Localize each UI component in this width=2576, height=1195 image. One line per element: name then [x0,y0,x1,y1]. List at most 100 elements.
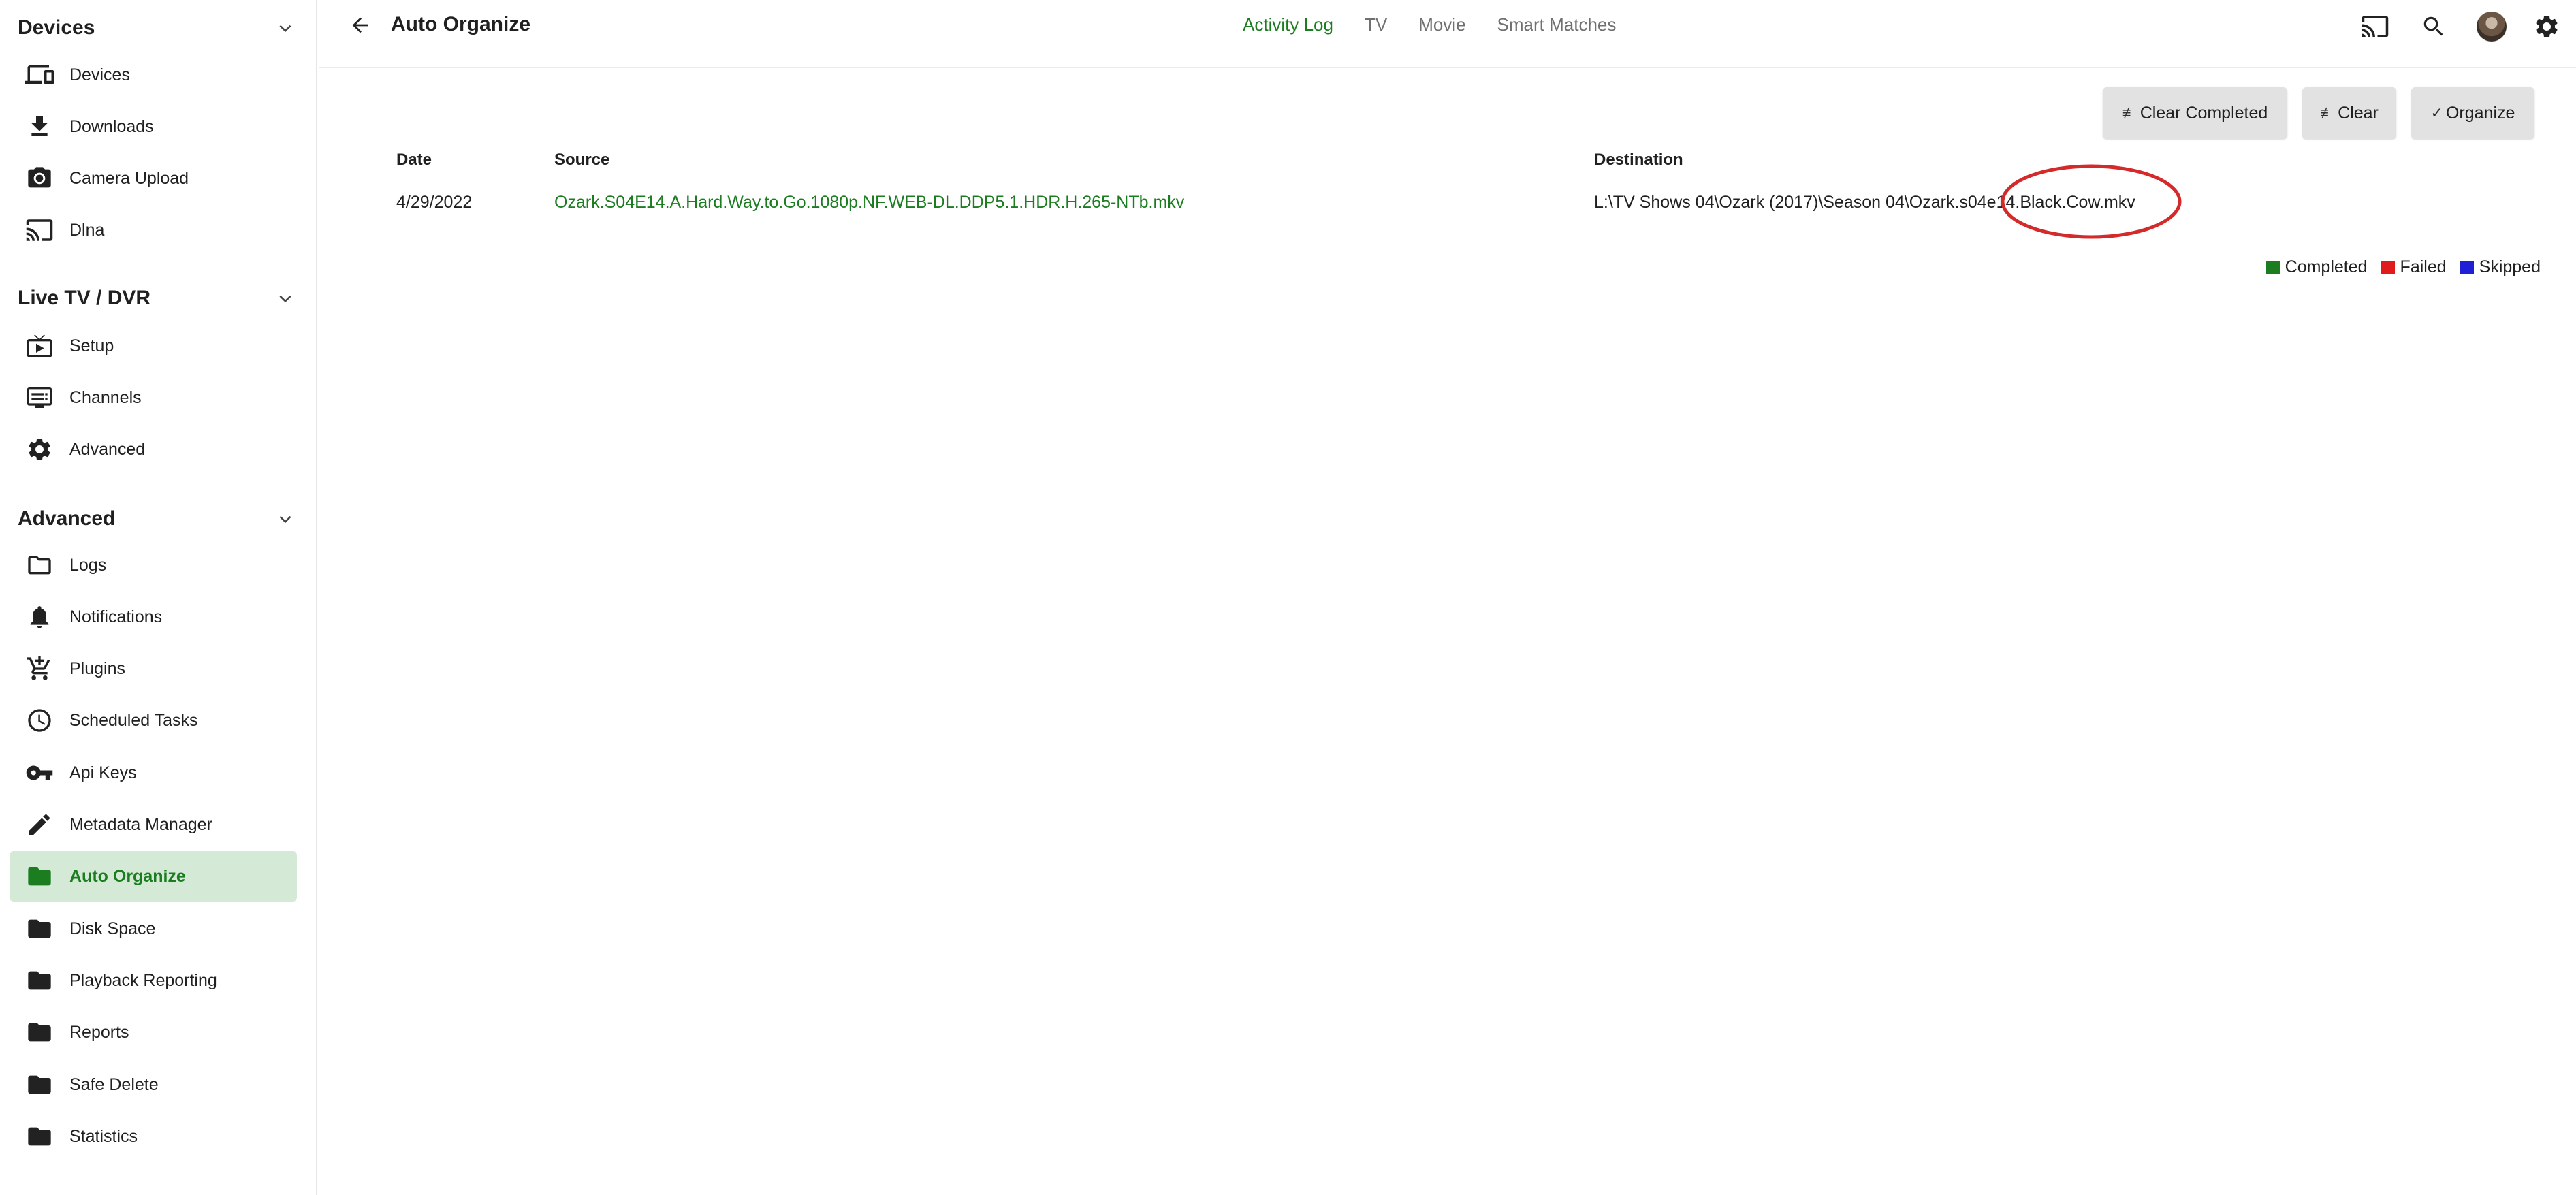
sidebar-item-playback-reporting[interactable]: Playback Reporting [10,955,297,1006]
section-title: Devices [18,16,95,39]
sidebar-item-downloads[interactable]: Downloads [10,101,297,152]
channels-icon [25,383,54,413]
sidebar-item-safe-delete[interactable]: Safe Delete [10,1059,297,1110]
key-icon [25,758,54,788]
row-date: 4/29/2022 [396,193,473,212]
folder-icon [25,966,54,995]
folder-icon [25,1070,54,1100]
legend-failed: Failed [2381,257,2447,277]
tv-setup-icon [25,331,54,361]
sidebar-item-notifications[interactable]: Notifications [10,592,297,642]
folder-icon [25,1017,54,1047]
section-title: Advanced [18,507,116,530]
sidebar-item-label: Notifications [69,607,163,626]
sidebar-item-statistics[interactable]: Statistics [10,1111,297,1162]
sidebar-item-label: Dlna [69,220,105,240]
sidebar-item-logs[interactable]: Logs [10,540,297,590]
clear-completed-button[interactable]: ≢ Clear Completed [2103,87,2287,139]
page-title: Auto Organize [391,13,531,35]
back-arrow-icon[interactable] [345,10,376,41]
sidebar-item-metadata-manager[interactable]: Metadata Manager [10,799,297,850]
pencil-icon [25,810,54,840]
sidebar-item-label: Api Keys [69,763,137,782]
sidebar-item-disk-space[interactable]: Disk Space [10,904,297,954]
clear-button[interactable]: ≢ Clear [2302,87,2396,139]
sidebar-section-devices[interactable]: Devices [18,11,297,45]
tab-movie[interactable]: Movie [1418,12,1465,37]
column-header-source: Source [554,150,610,169]
legend-skipped: Skipped [2460,257,2541,277]
top-header: Auto Organize Activity Log TV Movie Smar… [319,0,2576,68]
sidebar-section-advanced[interactable]: Advanced [18,502,297,536]
tab-tv[interactable]: TV [1365,12,1387,37]
gear-icon [25,434,54,464]
check-icon: ✓ [2430,104,2443,121]
folder-icon [25,1121,54,1151]
legend-label: Skipped [2479,257,2541,276]
chevron-down-icon [274,16,297,39]
cart-plus-icon [25,654,54,684]
clear-completed-label: Clear Completed [2140,103,2268,123]
sidebar-item-auto-organize[interactable]: Auto Organize [10,851,297,902]
sidebar-item-label: Advanced [69,439,146,459]
legend-label: Failed [2400,257,2447,276]
column-header-date: Date [396,150,432,169]
chevron-down-icon [274,287,297,310]
sidebar-item-channels[interactable]: Channels [10,372,297,423]
organize-label: Organize [2445,103,2515,123]
legend-swatch-skipped [2460,260,2474,274]
sidebar-item-label: Statistics [69,1126,138,1146]
bell-icon [25,602,54,632]
status-legend: Completed Failed Skipped [2253,257,2541,277]
clock-icon [25,705,54,735]
folder-icon [25,861,54,891]
sidebar-item-dlna[interactable]: Dlna [10,205,297,255]
section-title: Live TV / DVR [18,287,151,309]
tab-bar: Activity Log TV Movie Smart Matches [1243,12,1647,37]
sidebar-item-devices[interactable]: Devices [10,50,297,100]
tab-smart-matches[interactable]: Smart Matches [1497,12,1617,37]
user-avatar[interactable] [2475,10,2509,44]
chevron-down-icon [274,507,297,530]
column-header-destination: Destination [1594,150,1683,169]
clear-all-icon: ≢ [2320,104,2336,121]
sidebar-item-label: Scheduled Tasks [69,710,198,730]
sidebar-item-api-keys[interactable]: Api Keys [10,748,297,798]
sidebar-item-camera-upload[interactable]: Camera Upload [10,153,297,204]
sidebar-item-label: Plugins [69,658,125,678]
legend-swatch-failed [2381,260,2395,274]
download-icon [25,112,54,142]
dlna-icon [25,215,54,245]
sidebar-item-label: Reports [69,1022,129,1042]
organize-button[interactable]: ✓ Organize [2411,87,2534,139]
sidebar-item-scheduled-tasks[interactable]: Scheduled Tasks [10,695,297,746]
legend-label: Completed [2285,257,2368,276]
sidebar-item-label: Setup [69,336,114,355]
sidebar-item-label: Playback Reporting [69,970,217,990]
sidebar-item-label: Metadata Manager [69,814,212,834]
folder-icon [25,914,54,944]
sidebar-item-label: Auto Organize [69,866,186,886]
cast-icon[interactable] [2358,10,2392,44]
tab-activity-log[interactable]: Activity Log [1243,12,1333,37]
sidebar-item-advanced[interactable]: Advanced [10,424,297,475]
settings-gear-icon[interactable] [2530,10,2564,44]
sidebar-item-plugins[interactable]: Plugins [10,643,297,694]
sidebar-item-label: Downloads [69,116,154,136]
legend-completed: Completed [2265,257,2368,277]
clear-all-icon: ≢ [2122,104,2137,121]
sidebar-item-label: Channels [69,387,142,407]
row-source-link[interactable]: Ozark.S04E14.A.Hard.Way.to.Go.1080p.NF.W… [554,193,1184,212]
folder-outline-icon [25,550,54,580]
sidebar-section-live-tv[interactable]: Live TV / DVR [18,281,297,315]
sidebar-item-setup[interactable]: Setup [10,321,297,371]
legend-swatch-completed [2265,260,2280,274]
sidebar: Devices Devices Downloads Camera Upload … [0,0,317,1195]
sidebar-item-reports[interactable]: Reports [10,1007,297,1057]
sidebar-item-label: Disk Space [69,919,156,938]
search-icon[interactable] [2417,10,2451,44]
sidebar-item-label: Safe Delete [69,1074,159,1094]
row-destination: L:\TV Shows 04\Ozark (2017)\Season 04\Oz… [1594,193,2135,212]
sidebar-item-label: Camera Upload [69,168,189,188]
camera-icon [25,163,54,193]
